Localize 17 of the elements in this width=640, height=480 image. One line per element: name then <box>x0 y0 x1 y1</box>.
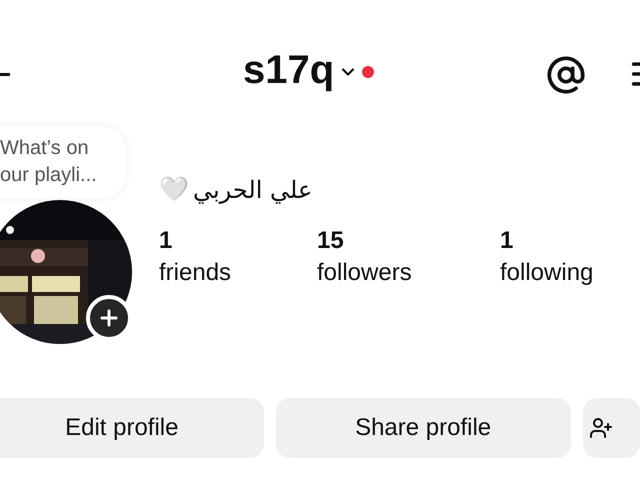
stat-label: followers <box>317 258 413 288</box>
note-text: What’s on <box>0 136 90 161</box>
profile-button[interactable]: Edit profile <box>0 398 264 458</box>
at-sign-icon[interactable] <box>546 55 586 95</box>
profile-button[interactable]: Share profile <box>276 398 571 458</box>
stat-label: following <box>500 258 594 288</box>
profile-name: علي الحربي <box>193 175 312 206</box>
add-person-icon <box>588 416 613 440</box>
note-text: our playli... <box>0 163 98 188</box>
emoji: 🤍 <box>159 175 189 205</box>
stat-value: 1 <box>500 226 514 256</box>
stat-value: 15 <box>317 226 345 256</box>
stat-value: 1 <box>159 226 174 256</box>
stat-label: friends <box>159 258 232 288</box>
add-friend-button[interactable] <box>582 398 640 458</box>
username: s17q <box>243 50 334 90</box>
note-bubble[interactable]: What’s on our playli... <box>0 126 126 198</box>
